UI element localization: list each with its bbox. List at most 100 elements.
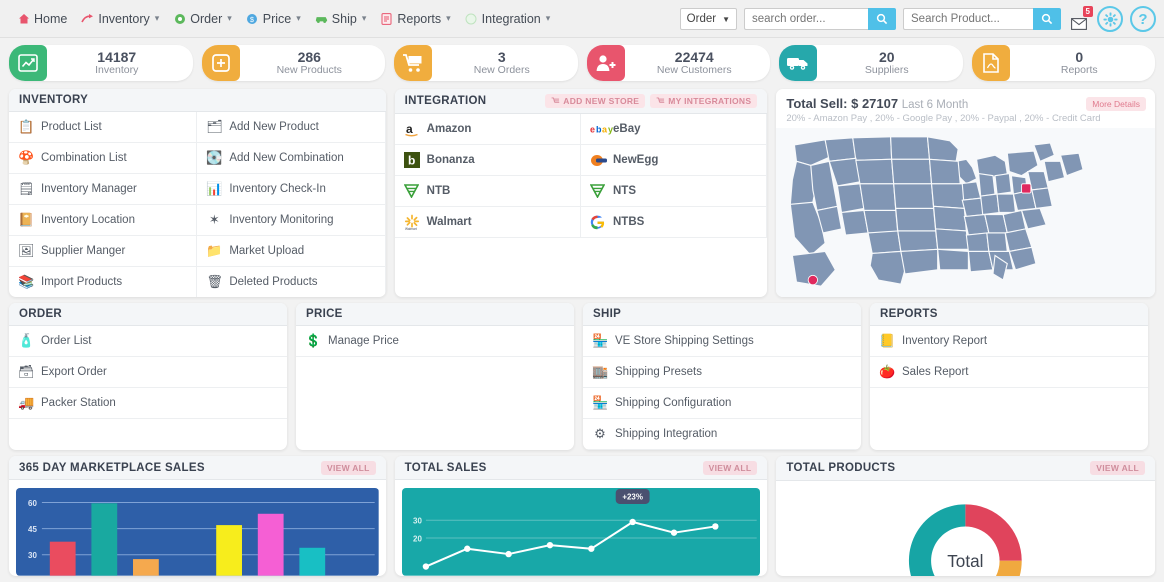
usa-map-icon <box>790 136 1085 287</box>
svg-text:20: 20 <box>413 535 422 544</box>
bar-chart[interactable]: 30 45 60 <box>16 488 379 576</box>
upload-icon: 📁 <box>206 243 223 258</box>
inventory-item[interactable]: 💽 Add New Combination <box>197 143 386 174</box>
reports-item[interactable]: 📒 Inventory Report <box>870 326 1148 357</box>
inventory-item[interactable]: 📋 Product List <box>9 112 198 143</box>
product-search-button[interactable] <box>1033 8 1061 30</box>
price-panel: PRICE 💲 Manage Price <box>296 303 574 450</box>
donut-chart[interactable]: Total <box>776 481 1155 576</box>
add-new-store-button[interactable]: ADD NEW STORE <box>545 94 646 108</box>
integration-item[interactable]: Walmart Walmart <box>394 207 581 238</box>
stat-value-new-products: 286 <box>297 49 321 66</box>
cart-icon <box>551 97 560 103</box>
order-list-icon: 🧴 <box>18 333 35 348</box>
stat-label-suppliers: Suppliers <box>864 63 909 76</box>
inventory-item[interactable]: 📁 Market Upload <box>197 236 386 267</box>
packer-icon: 🚚 <box>18 395 35 410</box>
integration-item[interactable]: NewEgg <box>581 145 768 176</box>
store-settings-icon: 🏪 <box>592 333 609 348</box>
inventory-item[interactable]: ✶ Inventory Monitoring <box>197 205 386 236</box>
stat-label-new-orders: New Orders <box>473 63 530 76</box>
order-search-button[interactable] <box>868 8 896 30</box>
walmart-logo: Walmart <box>404 214 420 230</box>
sales-report-icon: 🍅 <box>879 364 896 379</box>
inventory-item[interactable]: 📊 Inventory Check-In <box>197 174 386 205</box>
stat-card-suppliers[interactable]: 20 Suppliers <box>779 45 963 81</box>
inventory-item[interactable]: 📔 Inventory Location <box>9 205 198 236</box>
inventory-item[interactable]: 🗂 Add New Product <box>197 112 386 143</box>
price-item[interactable]: 💲 Manage Price <box>296 326 574 357</box>
stat-card-new-customers[interactable]: 22474 New Customers <box>586 45 770 81</box>
ship-label: Shipping Configuration <box>615 397 732 409</box>
total-sell-amount: Total Sell: $ 27107 <box>786 96 899 111</box>
google-logo <box>590 215 606 230</box>
inventory-item[interactable]: 📚 Import Products <box>9 267 198 297</box>
chevron-down-icon: ▾ <box>446 13 451 23</box>
user-plus-icon <box>586 45 625 81</box>
order-item[interactable]: 🚚 Packer Station <box>9 388 287 419</box>
inventory-item[interactable]: 🖼 Supplier Manger <box>9 236 198 267</box>
nav-item-integration[interactable]: Integration ▾ <box>458 0 558 38</box>
order-label: Order List <box>41 335 92 347</box>
inventory-item[interactable]: 🍄 Combination List <box>9 143 198 174</box>
total-products-header: TOTAL PRODUCTS VIEW ALL <box>776 456 1155 481</box>
nav-item-ship[interactable]: Ship ▾ <box>308 0 374 38</box>
search-scope-select[interactable]: Order ▼ <box>679 8 737 30</box>
marketplace-view-all-button[interactable]: VIEW ALL <box>320 460 376 475</box>
ship-item[interactable]: 🏪 VE Store Shipping Settings <box>583 326 861 357</box>
total-products-view-all-button[interactable]: VIEW ALL <box>1090 461 1145 475</box>
price-items-list: 💲 Manage Price <box>296 326 574 357</box>
pdf-icon <box>971 45 1010 81</box>
order-search-input[interactable] <box>744 8 868 30</box>
ship-label: VE Store Shipping Settings <box>615 335 754 347</box>
my-integrations-button[interactable]: MY INTEGRATIONS <box>650 94 758 108</box>
integration-item-label: NTBS <box>613 216 645 228</box>
settings-button[interactable] <box>1097 6 1123 32</box>
product-search-box <box>903 8 1061 30</box>
integration-item[interactable]: a Amazon <box>394 114 581 145</box>
stat-card-reports[interactable]: 0 Reports <box>971 45 1155 81</box>
inventory-item[interactable]: 🗒 Inventory Manager <box>9 174 198 205</box>
order-item[interactable]: 🧴 Order List <box>9 326 287 357</box>
nav-item-home[interactable]: Home <box>10 0 74 38</box>
order-panel: ORDER 🧴 Order List 🗃 Export Order 🚚 Packer St… <box>9 303 287 450</box>
stat-card-new-orders[interactable]: 3 New Orders <box>394 45 578 81</box>
integration-item[interactable]: NTB <box>394 176 581 207</box>
nav-item-price[interactable]: $ Price ▾ <box>239 0 308 38</box>
product-search-input[interactable] <box>903 8 1033 30</box>
ship-item[interactable]: 🏬 Shipping Presets <box>583 357 861 388</box>
usa-sales-map[interactable] <box>776 128 1155 297</box>
order-item[interactable]: 🗃 Export Order <box>9 357 287 388</box>
nav-item-reports[interactable]: Reports ▾ <box>373 0 457 38</box>
total-sell-header: Total Sell: $ 27107 Last 6 Month 20% - A… <box>776 89 1155 128</box>
help-button[interactable]: ? <box>1130 6 1156 32</box>
integration-item[interactable]: NTBS <box>581 207 768 238</box>
car-icon <box>315 12 328 25</box>
integration-item[interactable]: b Bonanza <box>394 145 581 176</box>
marketplace-sales-title: 365 DAY MARKETPLACE SALES <box>19 461 205 474</box>
reports-item[interactable]: 🍅 Sales Report <box>870 357 1148 388</box>
total-products-title: TOTAL PRODUCTS <box>786 462 896 474</box>
integration-item[interactable]: NTS <box>581 176 768 207</box>
nav-item-inventory[interactable]: Inventory ▾ <box>74 0 166 38</box>
chevron-down-icon: ▾ <box>361 13 367 23</box>
nav-item-order[interactable]: Order ▾ <box>166 0 238 38</box>
order-search-box <box>744 8 896 30</box>
more-details-button[interactable]: More Details <box>1086 97 1146 111</box>
nav-label-reports: Reports <box>397 11 442 26</box>
ship-item[interactable]: 🏪 Shipping Configuration <box>583 388 861 419</box>
inventory-item[interactable]: 🗑 Deleted Products <box>197 267 386 297</box>
nav-label-integration: Integration <box>481 11 541 26</box>
total-sales-view-all-button[interactable]: VIEW ALL <box>702 460 758 475</box>
ship-item[interactable]: ⚙ Shipping Integration <box>583 419 861 450</box>
stat-card-new-products[interactable]: 286 New Products <box>201 45 385 81</box>
integration-item[interactable]: e b a y eBay <box>581 114 768 145</box>
line-chart[interactable]: 20 30 +23% <box>401 488 761 576</box>
price-label: Manage Price <box>328 335 399 347</box>
reports-panel-title: REPORTS <box>880 308 938 320</box>
integration-item-label: NewEgg <box>613 154 659 166</box>
messages-button[interactable]: 5 <box>1068 6 1093 30</box>
stat-card-inventory[interactable]: 14187 Inventory <box>9 45 193 81</box>
chart-line-icon <box>9 45 47 81</box>
inventory-report-icon: 📒 <box>879 333 896 348</box>
